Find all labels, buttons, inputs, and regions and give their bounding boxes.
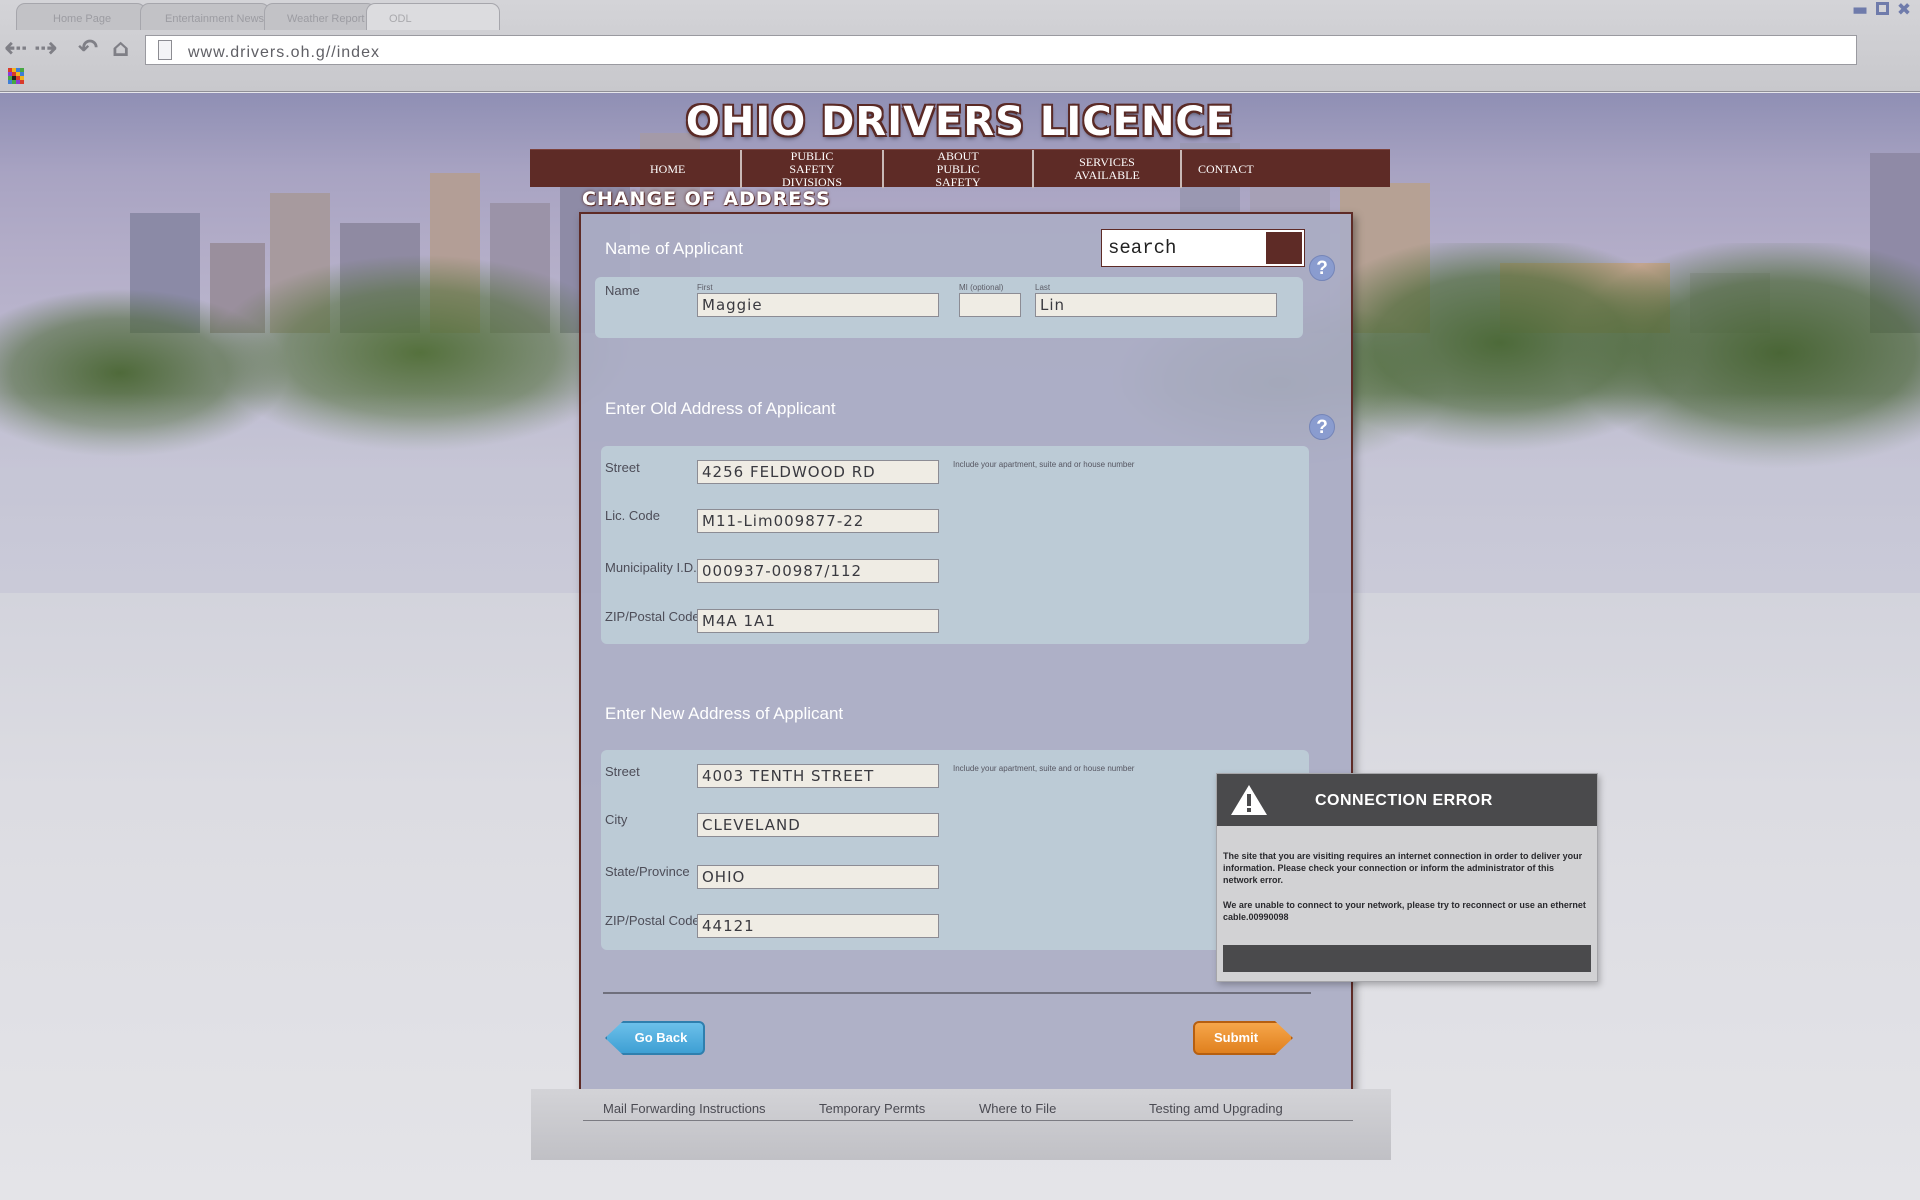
old-address-section-title: Enter Old Address of Applicant (605, 399, 836, 418)
new-street-hint: Include your apartment, suite and or hou… (953, 764, 1135, 773)
new-zip-label: ZIP/Postal Code (605, 913, 700, 928)
home-icon[interactable]: ⌂ (112, 34, 129, 62)
web-page: OHIO DRIVERS LICENCE HOME PUBLIC SAFETY … (0, 93, 1920, 1200)
old-street-field[interactable] (697, 460, 939, 484)
nav-contact[interactable]: CONTACT (1182, 150, 1390, 188)
url-text: www.drivers.oh.g//index (188, 44, 380, 61)
help-icon[interactable]: ? (1309, 414, 1335, 440)
minimize-icon[interactable]: ▬ (1852, 2, 1868, 19)
name-label: Name (605, 283, 640, 298)
footer-link-mail-forwarding[interactable]: Mail Forwarding Instructions (603, 1101, 766, 1116)
nav-public-safety-divisions[interactable]: PUBLIC SAFETY DIVISIONS (742, 149, 884, 188)
warning-icon (1231, 785, 1267, 815)
footer-link-temporary-permits[interactable]: Temporary Permts (819, 1101, 925, 1116)
main-navigation: HOME PUBLIC SAFETY DIVISIONS ABOUT PUBLI… (530, 149, 1390, 188)
old-street-label: Street (605, 460, 640, 475)
site-title: OHIO DRIVERS LICENCE (685, 99, 1235, 145)
nav-about-public-safety[interactable]: ABOUT PUBLIC SAFETY (884, 149, 1034, 188)
go-back-button[interactable]: Go Back (605, 1021, 705, 1055)
browser-chrome: Home Page Entertainment News Weather Rep… (0, 0, 1920, 92)
search-box (1101, 229, 1305, 267)
tab-entertainment-news[interactable]: Entertainment News (140, 3, 270, 30)
error-message: The site that you are visiting requires … (1223, 850, 1591, 936)
last-name-field[interactable] (1035, 293, 1277, 317)
old-address-fieldset: Street Include your apartment, suite and… (601, 446, 1309, 644)
window-controls: ▬ ✖ (1852, 2, 1912, 19)
favicon (8, 68, 24, 84)
search-input[interactable] (1104, 232, 1264, 264)
close-icon[interactable]: ✖ (1896, 2, 1912, 19)
tab-bar: Home Page Entertainment News Weather Rep… (0, 0, 1920, 30)
new-address-section-title: Enter New Address of Applicant (605, 704, 844, 723)
municipality-id-field[interactable] (697, 559, 939, 583)
error-message-2: We are unable to connect to your network… (1223, 900, 1586, 922)
page-heading: CHANGE OF ADDRESS (582, 188, 831, 210)
footer-link-testing-upgrading[interactable]: Testing amd Upgrading (1149, 1101, 1283, 1116)
connection-error-dialog: CONNECTION ERROR The site that you are v… (1216, 773, 1598, 982)
old-zip-field[interactable] (697, 609, 939, 633)
middle-initial-label: MI (optional) (959, 283, 1004, 292)
new-street-label: Street (605, 764, 640, 779)
footer-link-where-to-file[interactable]: Where to File (979, 1101, 1056, 1116)
first-name-field[interactable] (697, 293, 939, 317)
form-divider (603, 992, 1311, 994)
first-name-label: First (697, 283, 713, 292)
submit-button[interactable]: Submit (1193, 1021, 1293, 1055)
footer-links: Mail Forwarding Instructions Temporary P… (583, 1101, 1353, 1121)
nav-home[interactable]: HOME (530, 150, 742, 188)
state-province-label: State/Province (605, 864, 690, 879)
tab-label: Weather Report (287, 13, 365, 25)
lic-code-label: Lic. Code (605, 508, 660, 523)
tab-odl[interactable]: ODL (366, 3, 500, 30)
refresh-icon[interactable]: ↶ (78, 34, 98, 62)
error-message-1: The site that you are visiting requires … (1223, 851, 1583, 885)
search-button[interactable] (1266, 232, 1302, 264)
applicant-name-fieldset: Name First MI (optional) Last (595, 277, 1303, 338)
tab-label: Entertainment News (165, 13, 265, 25)
old-zip-label: ZIP/Postal Code (605, 609, 700, 624)
nav-services-available[interactable]: SERVICES AVAILABLE (1034, 150, 1182, 188)
lic-code-field[interactable] (697, 509, 939, 533)
tab-label: Home Page (53, 13, 112, 25)
city-label: City (605, 812, 628, 827)
footer: Mail Forwarding Instructions Temporary P… (531, 1089, 1391, 1160)
city-field[interactable] (697, 813, 939, 837)
municipality-id-label: Municipality I.D. (605, 560, 697, 575)
last-name-label: Last (1035, 283, 1051, 292)
forward-arrow-icon[interactable]: ⇢ (34, 34, 57, 62)
tab-home-page[interactable]: Home Page (16, 3, 146, 30)
error-action-bar[interactable] (1223, 945, 1591, 972)
tab-label: ODL (389, 13, 412, 25)
old-street-hint: Include your apartment, suite and or hou… (953, 460, 1135, 469)
applicant-section-title: Name of Applicant (605, 239, 743, 258)
maximize-icon[interactable] (1874, 2, 1890, 18)
page-icon (158, 40, 172, 60)
new-zip-field[interactable] (697, 914, 939, 938)
help-icon[interactable]: ? (1309, 255, 1335, 281)
change-of-address-form: Name of Applicant ? Name First MI (optio… (579, 212, 1353, 1142)
state-province-field[interactable] (697, 865, 939, 889)
address-bar[interactable]: www.drivers.oh.g//index (145, 35, 1857, 65)
middle-initial-field[interactable] (959, 293, 1021, 317)
error-header: CONNECTION ERROR (1217, 774, 1597, 826)
back-arrow-icon[interactable]: ⇠ (4, 34, 27, 62)
new-street-field[interactable] (697, 764, 939, 788)
error-title: CONNECTION ERROR (1315, 792, 1493, 809)
new-address-fieldset: Street Include your apartment, suite and… (601, 750, 1309, 950)
tab-weather-report[interactable]: Weather Report (264, 3, 376, 30)
